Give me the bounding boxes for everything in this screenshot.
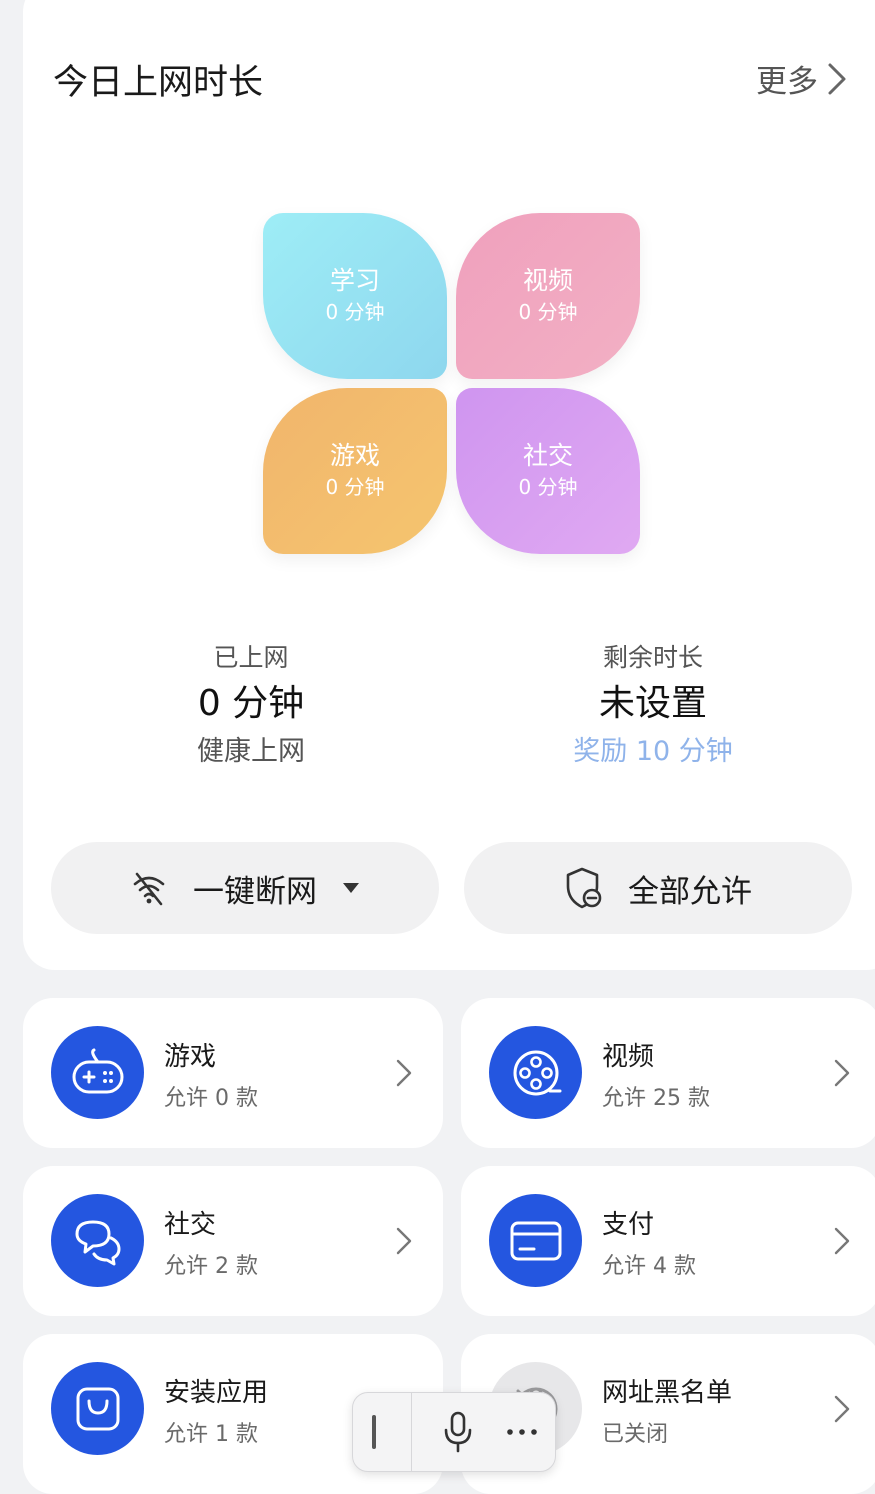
online-sub: 健康上网 — [197, 736, 305, 767]
online-value: 0 分钟 — [197, 683, 305, 724]
online-label: 已上网 — [213, 643, 289, 672]
petal-value: 0 分钟 — [518, 300, 578, 324]
petal-label: 视频 — [522, 266, 573, 295]
microphone-icon[interactable] — [443, 1410, 473, 1454]
tile-label: 视频 — [602, 1042, 655, 1072]
chat-bubbles-icon — [51, 1194, 144, 1287]
gamepad-icon — [51, 1026, 144, 1119]
petal-value: 0 分钟 — [325, 475, 385, 499]
petal-label: 游戏 — [329, 441, 380, 470]
more-dots-icon[interactable] — [505, 1427, 539, 1437]
petal-value: 0 分钟 — [325, 300, 385, 324]
remaining-time-stat: 剩余时长 未设置 奖励 10 分钟 — [493, 640, 813, 772]
caret-down-icon — [343, 883, 359, 893]
chevron-right-icon — [834, 1059, 850, 1087]
allow-all-label: 全部允许 — [628, 873, 752, 910]
shield-minus-icon — [566, 867, 602, 909]
category-petal-study[interactable]: 学习 0 分钟 — [263, 213, 447, 379]
disconnect-label: 一键断网 — [193, 873, 317, 910]
shopping-bag-icon — [51, 1362, 144, 1455]
floating-input-toolbar — [352, 1392, 556, 1472]
category-petal-social[interactable]: 社交 0 分钟 — [456, 388, 640, 554]
tile-label: 支付 — [602, 1210, 655, 1240]
more-label: 更多 — [756, 64, 818, 100]
tile-label: 社交 — [164, 1210, 217, 1240]
petal-label: 学习 — [329, 266, 380, 295]
petal-value: 0 分钟 — [518, 475, 578, 499]
toolbar-divider — [410, 1392, 412, 1472]
more-link[interactable]: 更多 — [756, 56, 848, 101]
tile-sub: 允许 4 款 — [602, 1254, 696, 1279]
tile-label: 安装应用 — [164, 1378, 269, 1408]
chevron-right-icon — [834, 1227, 850, 1255]
tile-label: 网址黑名单 — [602, 1378, 733, 1408]
tile-sub: 已关闭 — [602, 1422, 669, 1447]
petal-label: 社交 — [522, 441, 573, 470]
remaining-label: 剩余时长 — [602, 643, 703, 672]
chevron-right-icon — [396, 1059, 412, 1087]
online-time-stat: 已上网 0 分钟 健康上网 — [91, 640, 411, 772]
tile-sub: 允许 1 款 — [164, 1422, 258, 1447]
tile-video[interactable]: 视频 允许 25 款 — [461, 998, 875, 1148]
tile-sub: 允许 25 款 — [602, 1086, 710, 1111]
disconnect-button[interactable]: 一键断网 — [51, 842, 439, 934]
card-title: 今日上网时长 — [53, 63, 264, 103]
card-icon — [489, 1194, 582, 1287]
chevron-right-icon — [396, 1227, 412, 1255]
today-usage-card: 今日上网时长 更多 学习 0 分钟 视频 0 分钟 游戏 0 分钟 社交 0 分… — [23, 0, 875, 970]
remaining-value[interactable]: 未设置 — [493, 676, 813, 732]
text-cursor-icon[interactable] — [369, 1414, 379, 1450]
film-reel-icon — [489, 1026, 582, 1119]
category-petal-game[interactable]: 游戏 0 分钟 — [263, 388, 447, 554]
wifi-off-icon — [133, 872, 165, 906]
tile-games[interactable]: 游戏 允许 0 款 — [23, 998, 443, 1148]
category-petal-video[interactable]: 视频 0 分钟 — [456, 213, 640, 379]
tile-sub: 允许 0 款 — [164, 1086, 258, 1111]
tile-label: 游戏 — [164, 1042, 217, 1072]
reward-link[interactable]: 奖励 10 分钟 — [493, 732, 813, 772]
tile-sub: 允许 2 款 — [164, 1254, 258, 1279]
tile-payment[interactable]: 支付 允许 4 款 — [461, 1166, 875, 1316]
allow-all-button[interactable]: 全部允许 — [464, 842, 852, 934]
chevron-right-icon — [828, 63, 846, 94]
tile-social[interactable]: 社交 允许 2 款 — [23, 1166, 443, 1316]
chevron-right-icon — [834, 1395, 850, 1423]
